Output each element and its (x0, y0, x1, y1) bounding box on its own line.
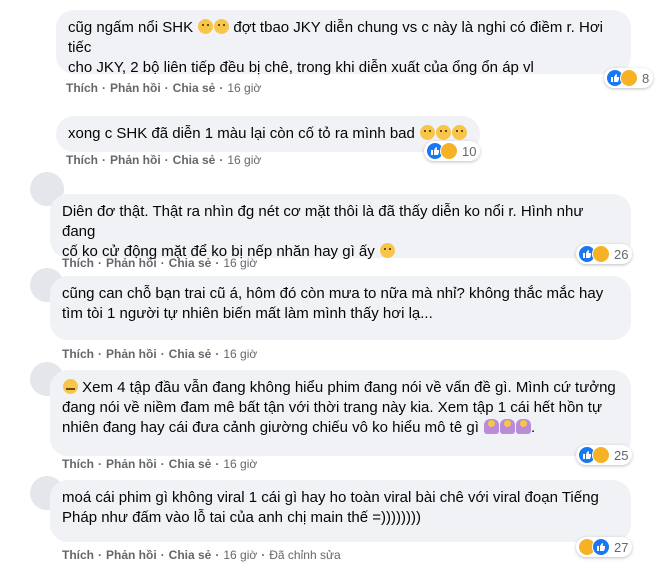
comment-text: cũg ngấm nổi SHK đợt tbao JKY diễn chung… (68, 19, 608, 56)
reaction-summary[interactable]: 26 (576, 244, 633, 264)
share-button[interactable]: Chia sẻ (169, 457, 212, 471)
comment-text: Xem 4 tập đầu vẫn đang không hiểu phim đ… (62, 378, 619, 398)
comment-timestamp[interactable]: 16 giờ (223, 548, 257, 562)
comment-text: tìm tòi 1 người tự nhiên biến mất làm mì… (62, 305, 433, 322)
crying-emoji-icon (436, 125, 452, 140)
share-button[interactable]: Chia sẻ (173, 153, 216, 167)
comment-text: Diên đơ thật. Thật ra nhìn đg nét cơ mặt… (62, 203, 588, 240)
comment-actions: Thích · Phản hồi · Chia sẻ · 16 giờ (62, 457, 258, 471)
crying-emoji-icon (452, 125, 468, 140)
reply-button[interactable]: Phản hồi (106, 457, 157, 471)
reaction-summary[interactable]: 27 (576, 537, 633, 557)
reaction-count: 27 (614, 539, 629, 555)
comment-text: moá cái phim gì không viral 1 cái gì hay… (62, 489, 599, 506)
comment-bubble: Xem 4 tập đầu vẫn đang không hiểu phim đ… (50, 370, 631, 456)
thinking-emoji-icon (63, 379, 78, 394)
comment-bubble: cũg ngấm nổi SHK đợt tbao JKY diễn chung… (56, 10, 631, 76)
comment-timestamp[interactable]: 16 giờ (223, 347, 257, 361)
disappointed-emoji-icon (214, 19, 230, 34)
grinning-emoji-icon (379, 243, 395, 258)
comment-bubble: Diên đơ thật. Thật ra nhìn đg nét cơ mặt… (50, 194, 631, 260)
reply-button[interactable]: Phản hồi (106, 347, 157, 361)
comment-bubble: xong c SHK đã diễn 1 màu lại còn cố tỏ r… (56, 116, 480, 152)
reaction-count: 10 (462, 143, 477, 159)
comment-actions: Thích · Phản hồi · Chia sẻ · 16 giờ (66, 81, 262, 95)
comment-text: Pháp như đấm vào lỗ tai của anh chị main… (62, 509, 421, 526)
comment-timestamp[interactable]: 16 giờ (223, 457, 257, 471)
reaction-count: 26 (614, 246, 629, 262)
comment-bubble: cũng can chỗ bạn trai cũ á, hôm đó còn m… (50, 276, 631, 340)
share-button[interactable]: Chia sẻ (169, 347, 212, 361)
crying-emoji-icon (420, 125, 436, 140)
reply-button[interactable]: Phản hồi (110, 153, 161, 167)
like-button[interactable]: Thích (62, 548, 94, 562)
comment-actions: Thích · Phản hồi · Chia sẻ · 16 giờ (62, 256, 258, 270)
comment-text: cho JKY, 2 bộ liên tiếp đều bị chê, tron… (68, 59, 534, 76)
like-button[interactable]: Thích (66, 153, 98, 167)
comment-text: nhiên đang hay cái đưa cảnh giường chiếu… (62, 419, 536, 436)
comment-text: cũng can chỗ bạn trai cũ á, hôm đó còn m… (62, 285, 604, 302)
reaction-summary[interactable]: 25 (576, 445, 633, 465)
comment-timestamp[interactable]: 16 giờ (227, 153, 261, 167)
person-emoji-icon (484, 419, 500, 434)
comment-text: đang nói về niềm đam mê bất tận với thời… (62, 399, 603, 416)
reaction-summary[interactable]: 8 (604, 68, 654, 88)
comment-text: xong c SHK đã diễn 1 màu lại còn cố tỏ r… (68, 124, 468, 144)
comment-actions: Thích · Phản hồi · Chia sẻ · 16 giờ (62, 347, 258, 361)
haha-reaction-icon (592, 245, 610, 263)
reply-button[interactable]: Phản hồi (106, 256, 157, 270)
like-reaction-icon (592, 538, 610, 556)
like-button[interactable]: Thích (66, 81, 98, 95)
person-emoji-icon (500, 419, 516, 434)
reaction-count: 8 (642, 70, 650, 86)
comment-actions: Thích · Phản hồi · Chia sẻ · 16 giờ (66, 153, 262, 167)
like-button[interactable]: Thích (62, 256, 94, 270)
share-button[interactable]: Chia sẻ (169, 548, 212, 562)
disappointed-emoji-icon (198, 19, 214, 34)
like-button[interactable]: Thích (62, 457, 94, 471)
like-button[interactable]: Thích (62, 347, 94, 361)
comment-actions: Thích · Phản hồi · Chia sẻ · 16 giờ · Đã chỉnh s… (62, 548, 341, 562)
reaction-summary[interactable]: 10 (424, 141, 481, 161)
reaction-count: 25 (614, 447, 629, 463)
reply-button[interactable]: Phản hồi (110, 81, 161, 95)
comment-timestamp[interactable]: 16 giờ (227, 81, 261, 95)
reply-button[interactable]: Phản hồi (106, 548, 157, 562)
edited-label: Đã chỉnh sửa (269, 548, 341, 562)
person-emoji-icon (516, 419, 532, 434)
haha-reaction-icon (440, 142, 458, 160)
haha-reaction-icon (592, 446, 610, 464)
share-button[interactable]: Chia sẻ (169, 256, 212, 270)
share-button[interactable]: Chia sẻ (173, 81, 216, 95)
comment-bubble: moá cái phim gì không viral 1 cái gì hay… (50, 480, 631, 542)
haha-reaction-icon (620, 69, 638, 87)
comment-timestamp[interactable]: 16 giờ (223, 256, 257, 270)
